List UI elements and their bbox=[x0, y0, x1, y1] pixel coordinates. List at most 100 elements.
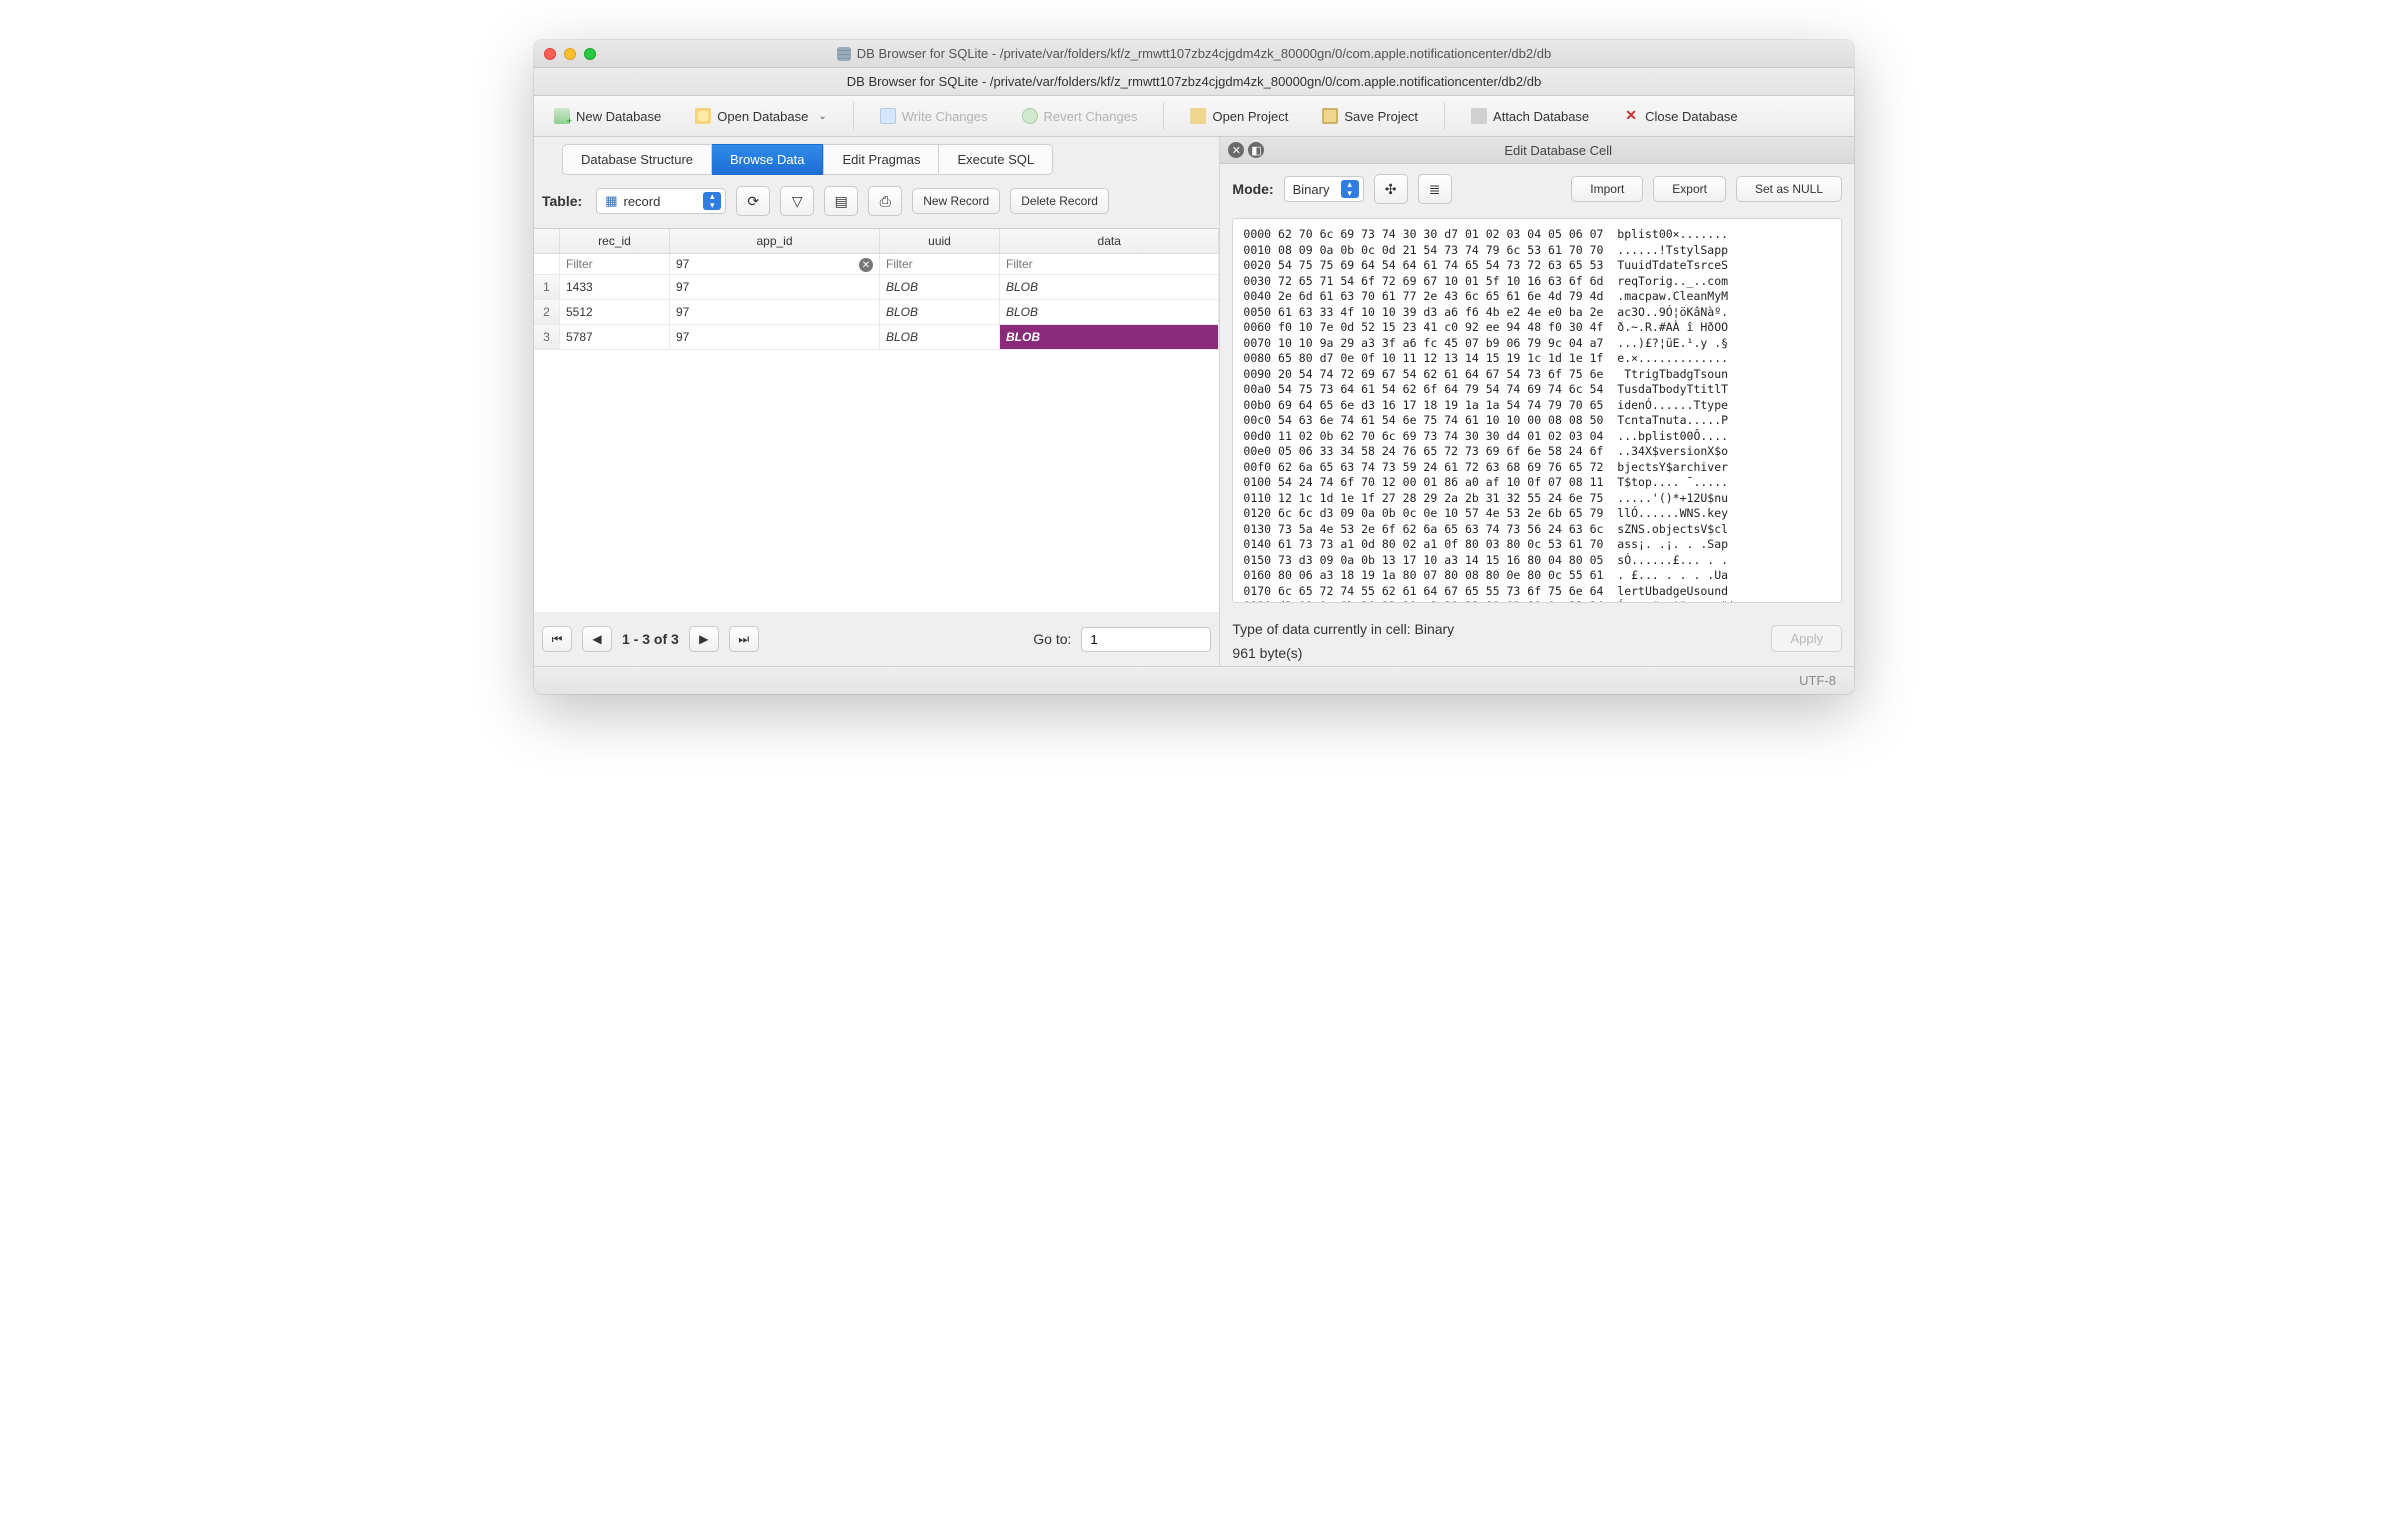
grid-header: rec_id app_id uuid data bbox=[534, 229, 1219, 254]
cell-rec-id[interactable]: 5787 bbox=[560, 325, 670, 350]
autoswitch-button[interactable]: ✣ bbox=[1374, 174, 1408, 204]
browse-controls: Table: ▦ record ▴▾ ⟳ ▽ ▤ ⎙ New Record De… bbox=[534, 174, 1219, 228]
mode-select[interactable]: Binary ▴▾ bbox=[1284, 176, 1364, 202]
minimize-window-button[interactable] bbox=[564, 48, 576, 60]
tab-database-structure[interactable]: Database Structure bbox=[562, 144, 712, 175]
delete-record-button[interactable]: Delete Record bbox=[1010, 188, 1109, 214]
cell-data[interactable]: BLOB bbox=[1000, 275, 1219, 300]
save-project-label: Save Project bbox=[1344, 109, 1418, 124]
cell-uuid[interactable]: BLOB bbox=[880, 300, 1000, 325]
grid-corner bbox=[534, 229, 560, 254]
close-icon: ✕ bbox=[1623, 108, 1639, 124]
refresh-icon: ⟳ bbox=[747, 193, 759, 210]
goto-label: Go to: bbox=[1033, 631, 1071, 647]
last-page-icon: ⏭ bbox=[738, 632, 749, 647]
clear-filter-icon[interactable]: ✕ bbox=[859, 258, 873, 272]
table-row[interactable]: 1 1433 97 BLOB BLOB bbox=[534, 275, 1219, 300]
status-bar: UTF-8 bbox=[534, 666, 1854, 694]
first-page-icon: ⏮ bbox=[552, 632, 563, 647]
refresh-button[interactable]: ⟳ bbox=[736, 186, 770, 216]
indent-button[interactable]: ≣ bbox=[1418, 174, 1452, 204]
chevron-down-icon: ⌄ bbox=[818, 111, 826, 122]
revert-changes-icon bbox=[1022, 108, 1038, 124]
detach-panel-icon[interactable]: ◧ bbox=[1248, 142, 1264, 158]
cell-rec-id[interactable]: 1433 bbox=[560, 275, 670, 300]
mode-select-value: Binary bbox=[1293, 182, 1335, 197]
print-icon: ⎙ bbox=[880, 193, 891, 210]
close-panel-icon[interactable]: ✕ bbox=[1228, 142, 1244, 158]
row-number: 2 bbox=[534, 300, 560, 325]
open-database-button[interactable]: Open Database⌄ bbox=[687, 104, 834, 128]
tab-bar: Database Structure Browse Data Edit Prag… bbox=[534, 137, 1219, 174]
open-project-button[interactable]: Open Project bbox=[1182, 104, 1296, 128]
print-button[interactable]: ⎙ bbox=[868, 186, 902, 216]
funnel-icon: ▽ bbox=[792, 193, 803, 210]
cell-rec-id[interactable]: 5512 bbox=[560, 300, 670, 325]
write-changes-button[interactable]: Write Changes bbox=[872, 104, 996, 128]
new-record-button[interactable]: New Record bbox=[912, 188, 1000, 214]
export-button[interactable]: Export bbox=[1653, 176, 1726, 202]
hex-viewer[interactable]: 0000 62 70 6c 69 73 74 30 30 d7 01 02 03… bbox=[1232, 218, 1842, 603]
open-project-icon bbox=[1190, 108, 1206, 124]
goto-input[interactable] bbox=[1081, 627, 1211, 652]
prev-page-button[interactable]: ◀ bbox=[582, 626, 612, 652]
right-pane: ✕ ◧ Edit Database Cell Mode: Binary ▴▾ ✣… bbox=[1220, 137, 1854, 666]
window-title: DB Browser for SQLite - /private/var/fol… bbox=[534, 46, 1854, 61]
column-app-id[interactable]: app_id bbox=[670, 229, 880, 254]
import-button[interactable]: Import bbox=[1571, 176, 1643, 202]
save-project-button[interactable]: Save Project bbox=[1314, 104, 1426, 128]
tab-edit-pragmas[interactable]: Edit Pragmas bbox=[823, 144, 939, 175]
write-changes-label: Write Changes bbox=[902, 109, 988, 124]
column-data[interactable]: data bbox=[1000, 229, 1219, 254]
filter-uuid[interactable] bbox=[886, 257, 993, 271]
close-database-button[interactable]: ✕ Close Database bbox=[1615, 104, 1746, 128]
left-pane: Database Structure Browse Data Edit Prag… bbox=[534, 137, 1220, 666]
cell-uuid[interactable]: BLOB bbox=[880, 325, 1000, 350]
pager-info: 1 - 3 of 3 bbox=[622, 631, 679, 647]
attach-database-button[interactable]: Attach Database bbox=[1463, 104, 1597, 128]
filter-app-id[interactable] bbox=[676, 257, 873, 271]
next-page-icon: ▶ bbox=[699, 632, 708, 646]
cell-uuid[interactable]: BLOB bbox=[880, 275, 1000, 300]
window-subtitle: DB Browser for SQLite - /private/var/fol… bbox=[534, 68, 1854, 96]
last-page-button[interactable]: ⏭ bbox=[729, 626, 759, 652]
cell-app-id[interactable]: 97 bbox=[670, 300, 880, 325]
open-project-label: Open Project bbox=[1212, 109, 1288, 124]
first-page-button[interactable]: ⏮ bbox=[542, 626, 572, 652]
filter-data[interactable] bbox=[1006, 257, 1212, 271]
window-title-text: DB Browser for SQLite - /private/var/fol… bbox=[857, 46, 1551, 61]
save-table-button[interactable]: ▤ bbox=[824, 186, 858, 216]
apply-button[interactable]: Apply bbox=[1771, 625, 1842, 652]
save-project-icon bbox=[1322, 108, 1338, 124]
cell-data[interactable]: BLOB bbox=[1000, 325, 1219, 350]
encoding-label: UTF-8 bbox=[1799, 673, 1836, 688]
revert-changes-button[interactable]: Revert Changes bbox=[1014, 104, 1146, 128]
close-window-button[interactable] bbox=[544, 48, 556, 60]
table-row[interactable]: 2 5512 97 BLOB BLOB bbox=[534, 300, 1219, 325]
cell-data[interactable]: BLOB bbox=[1000, 300, 1219, 325]
write-changes-icon bbox=[880, 108, 896, 124]
row-number: 1 bbox=[534, 275, 560, 300]
filter-corner bbox=[534, 254, 560, 275]
close-database-label: Close Database bbox=[1645, 109, 1738, 124]
cell-app-id[interactable]: 97 bbox=[670, 325, 880, 350]
gear-icon: ✣ bbox=[1385, 181, 1397, 198]
filter-row: ✕ bbox=[534, 254, 1219, 275]
table-select[interactable]: ▦ record ▴▾ bbox=[596, 188, 726, 214]
new-database-button[interactable]: New Database bbox=[546, 104, 669, 128]
tab-browse-data[interactable]: Browse Data bbox=[712, 144, 823, 175]
prev-page-icon: ◀ bbox=[592, 632, 601, 646]
next-page-button[interactable]: ▶ bbox=[689, 626, 719, 652]
pager: ⏮ ◀ 1 - 3 of 3 ▶ ⏭ Go to: bbox=[534, 612, 1219, 666]
zoom-window-button[interactable] bbox=[584, 48, 596, 60]
column-rec-id[interactable]: rec_id bbox=[560, 229, 670, 254]
column-uuid[interactable]: uuid bbox=[880, 229, 1000, 254]
table-icon: ▦ bbox=[605, 193, 617, 209]
set-null-button[interactable]: Set as NULL bbox=[1736, 176, 1842, 202]
clear-filters-button[interactable]: ▽ bbox=[780, 186, 814, 216]
cell-app-id[interactable]: 97 bbox=[670, 275, 880, 300]
editor-mode-row: Mode: Binary ▴▾ ✣ ≣ Import Export Set as… bbox=[1220, 164, 1854, 214]
tab-execute-sql[interactable]: Execute SQL bbox=[939, 144, 1053, 175]
table-row[interactable]: 3 5787 97 BLOB BLOB bbox=[534, 325, 1219, 350]
filter-rec-id[interactable] bbox=[566, 257, 663, 271]
